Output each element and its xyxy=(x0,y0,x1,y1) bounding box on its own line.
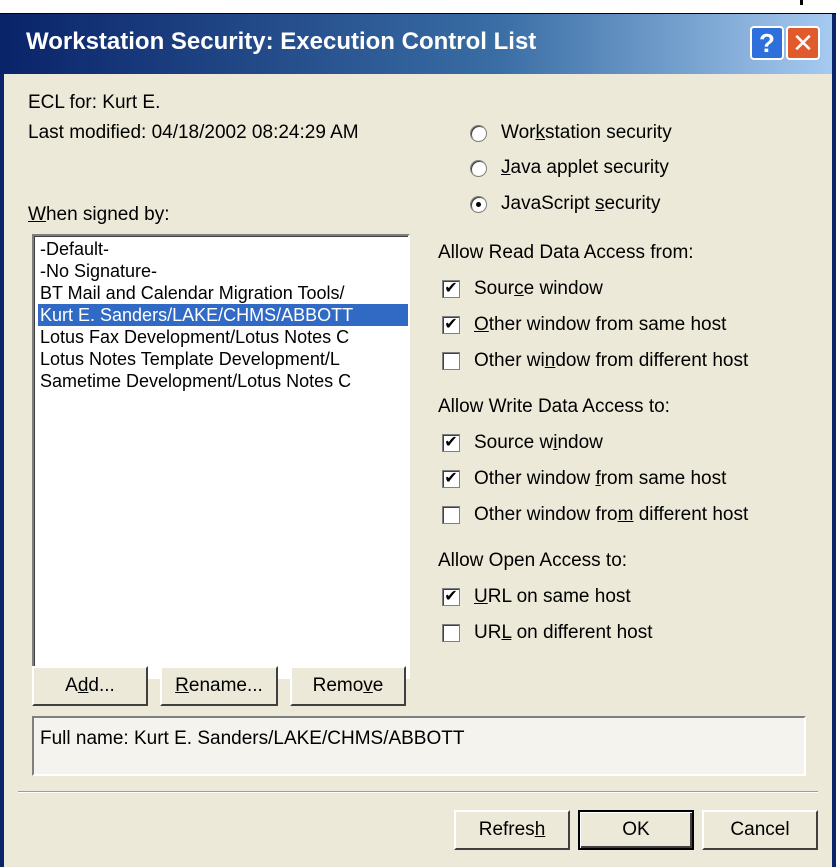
add-button[interactable]: Add... xyxy=(32,666,148,706)
full-name-panel: Full name: Kurt E. Sanders/LAKE/CHMS/ABB… xyxy=(32,716,806,776)
radio-indicator xyxy=(470,125,487,142)
remove-button[interactable]: Remove xyxy=(290,666,406,706)
checkbox-box xyxy=(442,506,460,524)
radio-label: JavaScript security xyxy=(501,193,661,214)
checkbox-label: Other window from different host xyxy=(474,350,749,371)
checkbox-label: Other window from different host xyxy=(474,504,749,525)
full-name-text: Full name: Kurt E. Sanders/LAKE/CHMS/ABB… xyxy=(40,728,465,749)
signer-list[interactable]: -Default- -No Signature- BT Mail and Cal… xyxy=(32,234,410,679)
help-button[interactable]: ? xyxy=(750,26,784,60)
list-item[interactable]: BT Mail and Calendar Migration Tools/ xyxy=(38,282,408,304)
close-button[interactable]: ✕ xyxy=(786,26,820,60)
rename-button[interactable]: Rename... xyxy=(160,666,278,706)
checkbox-label: Other window from same host xyxy=(474,314,727,335)
signed-by-label: When signed by: xyxy=(28,204,170,225)
close-icon: ✕ xyxy=(792,28,814,58)
ecl-dialog: Workstation Security: Execution Control … xyxy=(0,14,836,867)
list-item[interactable]: Lotus Fax Development/Lotus Notes C xyxy=(38,326,408,348)
footer-separator xyxy=(18,791,818,793)
check-mark-icon: ✔ xyxy=(442,470,460,488)
radio-indicator xyxy=(470,160,487,177)
help-icon: ? xyxy=(759,28,775,58)
window-title: Workstation Security: Execution Control … xyxy=(26,28,537,55)
checkbox-label: Other window from same host xyxy=(474,468,727,489)
strip-tick xyxy=(800,0,803,5)
desktop-strip xyxy=(0,0,836,14)
checkbox-label: Source window xyxy=(474,432,603,453)
list-item-selected[interactable]: Kurt E. Sanders/LAKE/CHMS/ABBOTT xyxy=(38,304,408,326)
open-access-heading: Allow Open Access to: xyxy=(438,550,628,571)
checkbox-box xyxy=(442,352,460,370)
list-item[interactable]: Lotus Notes Template Development/L xyxy=(38,348,408,370)
cancel-button[interactable]: Cancel xyxy=(702,810,818,850)
check-mark-icon: ✔ xyxy=(442,316,460,334)
radio-label: Java applet security xyxy=(501,157,669,178)
checkbox-box xyxy=(442,624,460,642)
title-bar[interactable]: Workstation Security: Execution Control … xyxy=(4,14,832,74)
ok-button[interactable]: OK xyxy=(578,810,694,850)
read-access-heading: Allow Read Data Access from: xyxy=(438,242,694,263)
checkbox-label: Source window xyxy=(474,278,603,299)
checkbox-label: URL on different host xyxy=(474,622,653,643)
list-item[interactable]: -No Signature- xyxy=(38,260,408,282)
check-mark-icon: ✔ xyxy=(442,280,460,298)
last-modified-label: Last modified: 04/18/2002 08:24:29 AM xyxy=(28,122,359,143)
list-item[interactable]: -Default- xyxy=(38,238,408,260)
radio-indicator xyxy=(470,196,487,213)
radio-label: Workstation security xyxy=(501,122,672,143)
write-access-heading: Allow Write Data Access to: xyxy=(438,396,670,417)
check-mark-icon: ✔ xyxy=(442,588,460,606)
ecl-for-label: ECL for: Kurt E. xyxy=(28,92,161,113)
refresh-button[interactable]: Refresh xyxy=(454,810,570,850)
check-mark-icon: ✔ xyxy=(442,434,460,452)
list-item[interactable]: Sametime Development/Lotus Notes C xyxy=(38,370,408,392)
checkbox-label: URL on same host xyxy=(474,586,631,607)
